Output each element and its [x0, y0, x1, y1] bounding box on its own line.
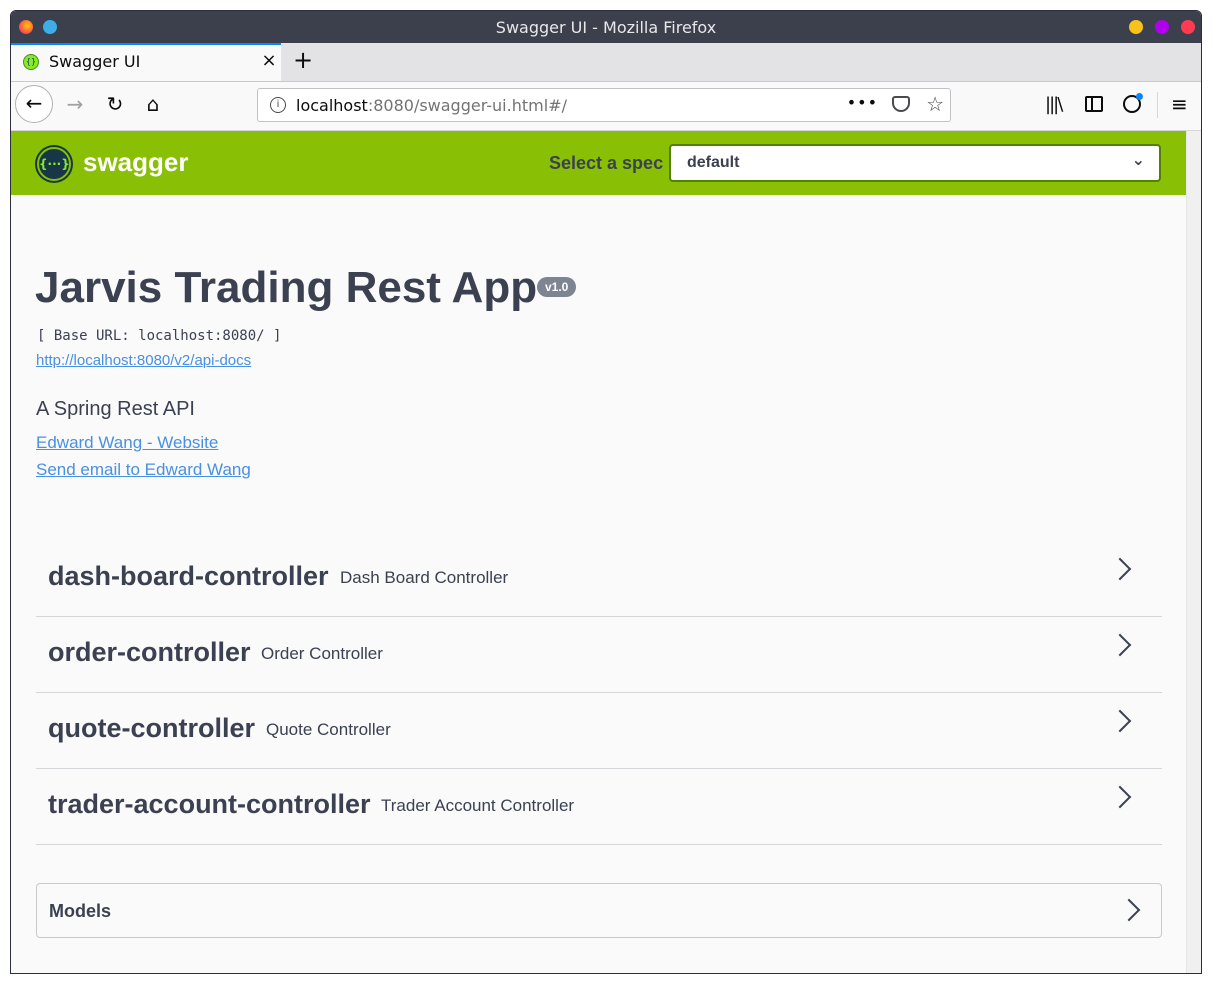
navigation-toolbar: ← → ↻ ⌂ i localhost:8080/swagger-ui.html… — [11, 82, 1201, 131]
url-path: :8080/swagger-ui.html#/ — [367, 96, 567, 115]
email-link[interactable]: Send email to Edward Wang — [36, 460, 251, 480]
tab-title: Swagger UI — [49, 52, 141, 71]
spec-select[interactable]: default ⌄ — [669, 144, 1161, 182]
controller-description: Order Controller — [261, 644, 383, 663]
swagger-logo-icon[interactable]: {···} — [37, 147, 71, 181]
controller-name[interactable]: order-controller — [48, 637, 251, 668]
account-icon[interactable] — [1123, 93, 1143, 113]
controller-name[interactable]: trader-account-controller — [48, 789, 371, 820]
page-content: {···} swagger Select a spec default ⌄ Ja… — [11, 131, 1186, 973]
title-bar: Swagger UI - Mozilla Firefox — [11, 11, 1201, 43]
toolbar-divider — [1157, 92, 1158, 118]
forward-button[interactable]: → — [63, 93, 87, 115]
api-title: Jarvis Trading Rest App — [35, 263, 538, 312]
new-tab-button[interactable]: + — [291, 46, 315, 74]
controller-description: Dash Board Controller — [340, 568, 509, 587]
minimize-button[interactable] — [1129, 20, 1143, 34]
back-button[interactable]: ← — [15, 85, 53, 123]
chevron-right-icon[interactable] — [1108, 785, 1132, 809]
controller-list: dash-board-controller Dash Board Control… — [36, 541, 1162, 845]
controller-row-order[interactable]: order-controller Order Controller — [36, 617, 1162, 693]
controller-name[interactable]: quote-controller — [48, 713, 255, 744]
tab-swagger-ui[interactable]: {} Swagger UI × — [11, 43, 281, 81]
models-label: Models — [49, 901, 112, 921]
window-title: Swagger UI - Mozilla Firefox — [495, 18, 717, 37]
page-actions-icon[interactable]: ••• — [847, 93, 878, 112]
select-spec-label: Select a spec — [549, 153, 664, 173]
scrollbar[interactable] — [1186, 131, 1201, 973]
chevron-down-icon: ⌄ — [1131, 150, 1145, 169]
url-host: localhost — [296, 96, 368, 115]
tab-strip: {} Swagger UI × + — [11, 43, 1201, 82]
controller-row-quote[interactable]: quote-controller Quote Controller — [36, 693, 1162, 769]
url-text[interactable]: localhost:8080/swagger-ui.html#/ — [296, 96, 567, 115]
url-bar[interactable]: i localhost:8080/swagger-ui.html#/ ••• ☆ — [257, 88, 951, 122]
home-button[interactable]: ⌂ — [141, 93, 165, 115]
bookmark-star-icon[interactable]: ☆ — [926, 92, 944, 116]
chevron-right-icon[interactable] — [1108, 709, 1132, 733]
site-info-icon[interactable]: i — [270, 97, 286, 113]
swagger-topbar: {···} swagger Select a spec default ⌄ — [11, 131, 1186, 195]
controller-name[interactable]: dash-board-controller — [48, 561, 329, 592]
close-window-button[interactable] — [1181, 20, 1195, 34]
controller-row-trader-account[interactable]: trader-account-controller Trader Account… — [36, 769, 1162, 845]
browser-window: Swagger UI - Mozilla Firefox {} Swagger … — [10, 10, 1202, 974]
library-icon[interactable]: |||\ — [1045, 94, 1063, 115]
api-description: A Spring Rest API — [36, 398, 195, 420]
controller-row-dash-board[interactable]: dash-board-controller Dash Board Control… — [36, 541, 1162, 617]
controller-description: Quote Controller — [266, 720, 391, 739]
api-docs-link[interactable]: http://localhost:8080/v2/api-docs — [36, 352, 251, 369]
chevron-right-icon[interactable] — [1108, 557, 1132, 581]
hamburger-menu-icon[interactable]: ≡ — [1171, 92, 1188, 116]
website-link[interactable]: Edward Wang - Website — [36, 433, 218, 453]
version-badge: v1.0 — [537, 277, 577, 297]
models-section[interactable]: Models — [36, 883, 1162, 938]
reload-button[interactable]: ↻ — [103, 93, 127, 115]
sidebar-icon[interactable] — [1085, 96, 1103, 112]
spec-select-value: default — [687, 154, 740, 171]
swagger-favicon-icon: {} — [23, 54, 39, 70]
chevron-right-icon[interactable] — [1117, 898, 1141, 922]
swagger-brand[interactable]: swagger — [83, 147, 189, 178]
close-tab-icon[interactable]: × — [257, 50, 281, 71]
controller-description: Trader Account Controller — [381, 796, 575, 815]
chevron-right-icon[interactable] — [1108, 633, 1132, 657]
base-url: [ Base URL: localhost:8080/ ] — [37, 328, 282, 344]
pocket-icon[interactable] — [892, 96, 910, 112]
maximize-button[interactable] — [1155, 20, 1169, 34]
